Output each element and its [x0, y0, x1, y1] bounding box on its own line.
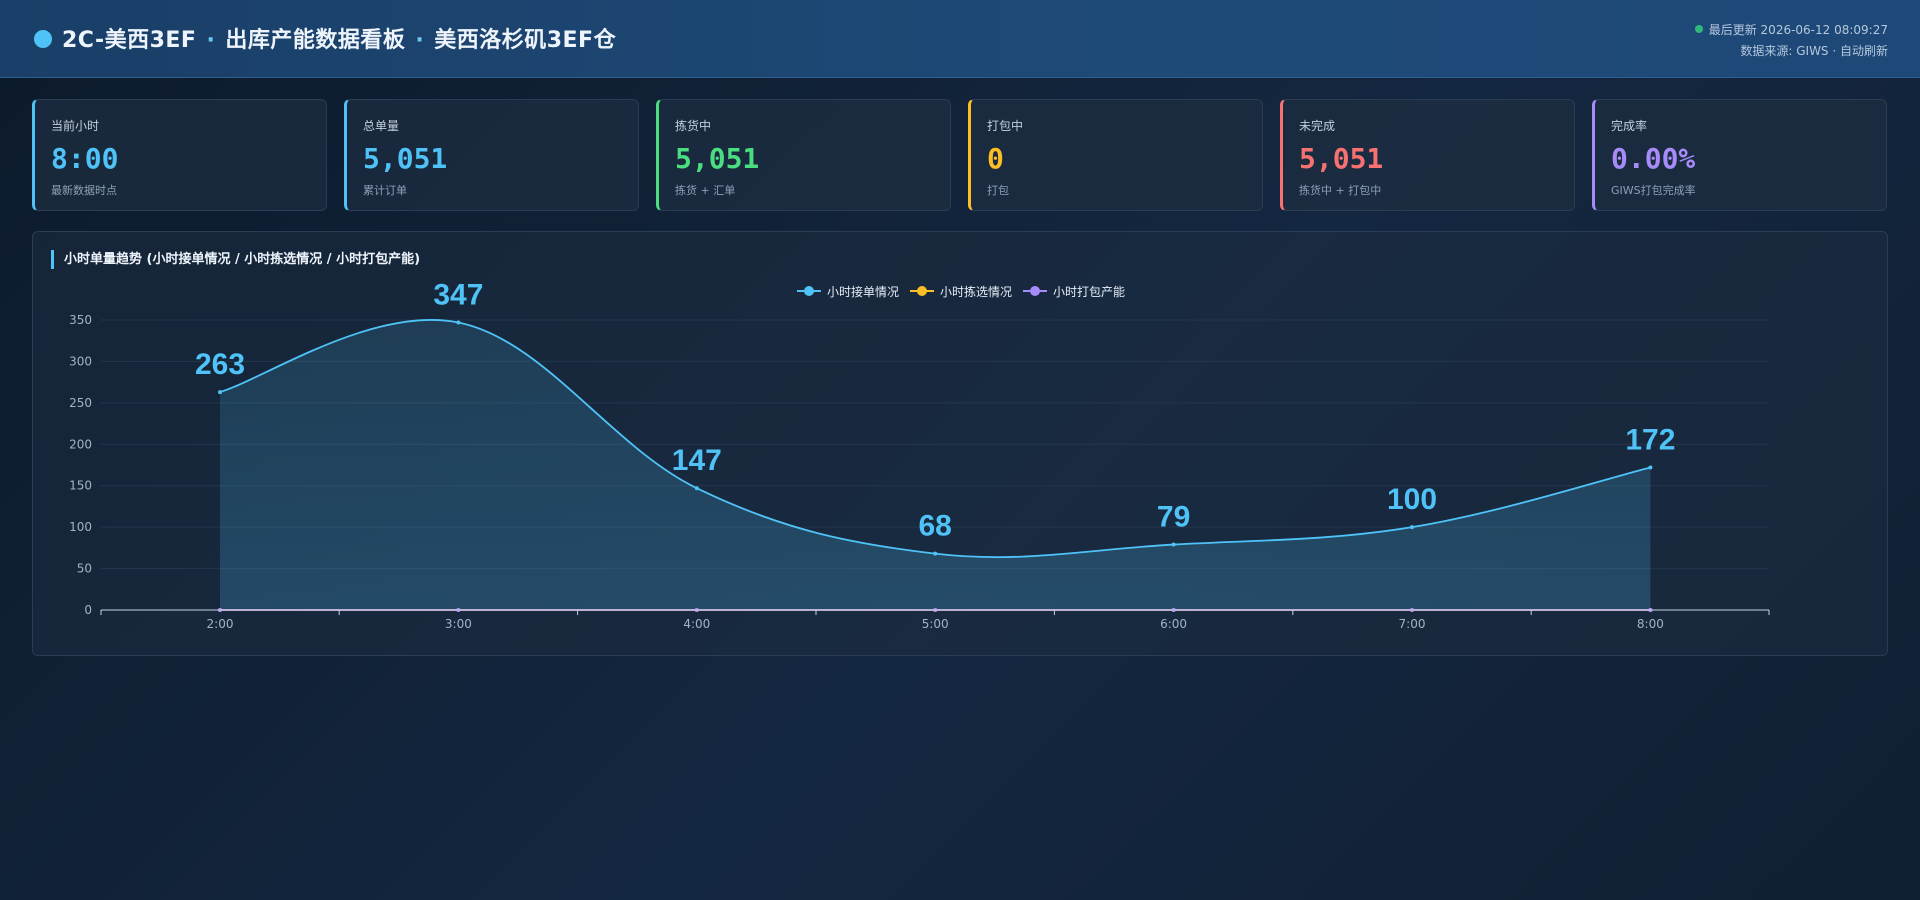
- data-point: [1648, 465, 1653, 470]
- data-point: [456, 320, 461, 325]
- data-label: 347: [433, 278, 483, 311]
- y-tick-label: 300: [69, 354, 92, 368]
- data-label: 79: [1157, 501, 1190, 534]
- x-tick-label: 3:00: [445, 617, 472, 631]
- data-label: 147: [672, 444, 722, 477]
- data-label: 68: [919, 510, 952, 543]
- y-tick-label: 100: [69, 520, 92, 534]
- x-tick-label: 2:00: [207, 617, 234, 631]
- y-tick-label: 50: [77, 562, 92, 576]
- series-area: [220, 319, 1651, 610]
- data-point: [1171, 542, 1176, 547]
- y-tick-label: 150: [69, 479, 92, 493]
- data-label: 263: [195, 348, 245, 381]
- data-label: 172: [1625, 423, 1675, 456]
- y-tick-label: 0: [84, 603, 92, 617]
- data-point: [1410, 525, 1414, 530]
- hourly-trend-chart: 263 347 147 68 79 100 172 0 50 100 150 200 250 300 35…: [69, 278, 1770, 631]
- data-label: 100: [1387, 483, 1437, 516]
- x-tick-label: 8:00: [1637, 617, 1664, 631]
- y-tick-label: 200: [69, 437, 92, 451]
- x-tick-label: 5:00: [922, 617, 949, 631]
- data-point: [694, 486, 699, 491]
- x-tick-label: 7:00: [1399, 617, 1426, 631]
- y-tick-label: 250: [69, 396, 92, 410]
- x-tick-label: 6:00: [1160, 617, 1187, 631]
- data-point: [933, 551, 938, 556]
- x-tick-label: 4:00: [683, 617, 710, 631]
- data-point: [218, 390, 222, 395]
- y-tick-label: 350: [69, 313, 92, 327]
